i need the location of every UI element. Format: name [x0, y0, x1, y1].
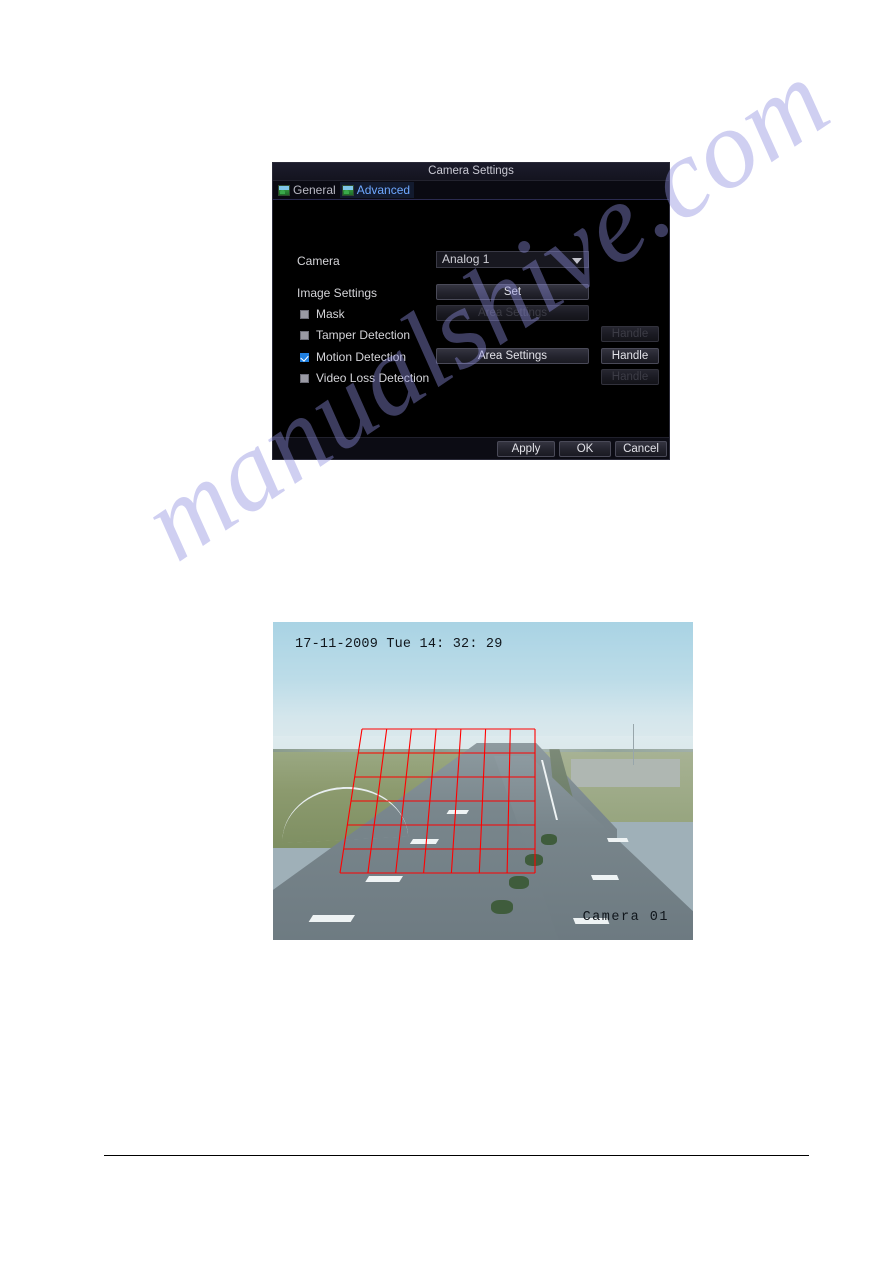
advanced-form: Camera Analog 1 Image Settings Set Mask …	[273, 200, 669, 458]
camera-select-value: Analog 1	[442, 252, 490, 266]
camera-label: Camera	[297, 254, 340, 268]
chevron-down-icon	[572, 258, 582, 264]
camera-preview[interactable]: 17-11-2009 Tue 14: 32: 29 Camera 01	[273, 622, 693, 940]
camera-select[interactable]: Analog 1	[436, 251, 589, 268]
tamper-detection-checkbox[interactable]	[300, 330, 309, 340]
apply-button[interactable]: Apply	[497, 441, 555, 457]
camera-row: Camera	[297, 252, 340, 270]
ok-button[interactable]: OK	[559, 441, 611, 457]
tab-advanced-label: Advanced	[356, 183, 411, 197]
video-loss-detection-checkbox[interactable]	[300, 373, 309, 383]
motion-detection-checkbox[interactable]	[300, 352, 309, 362]
motion-detection-grid[interactable]	[273, 622, 693, 940]
tamper-detection-row: Tamper Detection	[300, 326, 410, 344]
mask-area-settings-button[interactable]: Area Settings	[436, 305, 589, 321]
dialog-tabbar: General Advanced	[273, 181, 669, 200]
tamper-detection-label: Tamper Detection	[316, 328, 411, 342]
video-timestamp: 17-11-2009 Tue 14: 32: 29	[295, 637, 503, 652]
dialog-footer: Apply OK Cancel	[273, 437, 669, 459]
mask-checkbox[interactable]	[300, 309, 309, 319]
tab-general-label: General	[293, 183, 336, 197]
motion-detection-label: Motion Detection	[316, 350, 407, 364]
mask-label: Mask	[316, 307, 345, 321]
tab-general[interactable]: General	[276, 182, 340, 198]
image-settings-set-button[interactable]: Set	[436, 284, 589, 300]
page-footer-rule	[104, 1155, 809, 1156]
mask-row: Mask	[300, 305, 345, 323]
motion-detection-area-settings-button[interactable]: Area Settings	[436, 348, 589, 364]
picture-icon	[341, 184, 354, 196]
video-camera-label: Camera 01	[582, 910, 669, 925]
video-loss-detection-label: Video Loss Detection	[316, 371, 430, 385]
video-loss-detection-row: Video Loss Detection	[300, 369, 429, 387]
tamper-detection-handle-button[interactable]: Handle	[601, 326, 659, 342]
motion-detection-handle-button[interactable]: Handle	[601, 348, 659, 364]
cancel-button[interactable]: Cancel	[615, 441, 667, 457]
dialog-title: Camera Settings	[273, 163, 669, 181]
image-settings-row: Image Settings	[297, 284, 377, 302]
image-settings-label: Image Settings	[297, 286, 378, 300]
tab-advanced[interactable]: Advanced	[339, 182, 415, 198]
video-loss-detection-handle-button[interactable]: Handle	[601, 369, 659, 385]
camera-settings-dialog: Camera Settings General Advanced Camera …	[272, 162, 670, 460]
picture-icon	[278, 184, 290, 196]
motion-detection-row: Motion Detection	[300, 348, 406, 366]
